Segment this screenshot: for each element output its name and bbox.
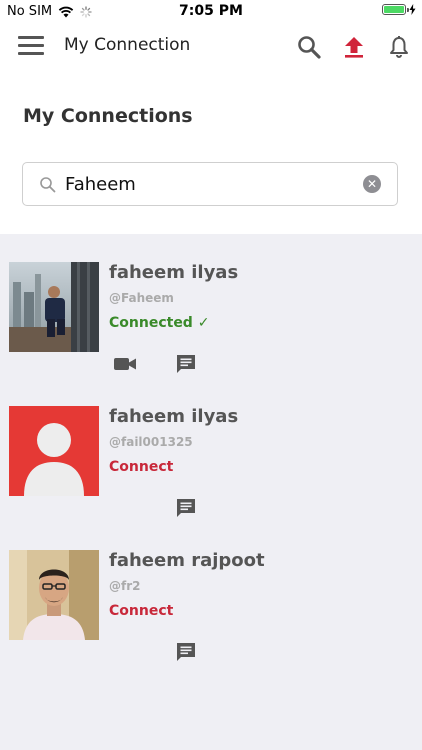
chat-icon[interactable] [174, 496, 198, 520]
avatar [9, 550, 99, 640]
search-field-icon [40, 177, 56, 193]
upload-icon[interactable] [341, 34, 367, 60]
top-bar: My Connection [0, 26, 422, 66]
connection-status: Connected ✓ [109, 315, 210, 331]
connect-button[interactable]: Connect [109, 459, 173, 475]
chat-icon[interactable] [174, 352, 198, 376]
connection-username: @Faheem [109, 291, 174, 305]
video-camera-icon[interactable] [113, 352, 137, 376]
status-bar: No SIM 7:05 PM [0, 0, 422, 24]
search-icon[interactable] [296, 34, 322, 60]
clear-search-icon[interactable]: ✕ [363, 175, 381, 193]
connection-name[interactable]: faheem ilyas [109, 262, 238, 283]
search-input[interactable] [65, 171, 355, 197]
connect-button[interactable]: Connect [109, 603, 173, 619]
connection-item[interactable]: faheem ilyas @fail001325 Connect [0, 406, 422, 546]
page-title: My Connections [23, 105, 193, 127]
chat-icon[interactable] [174, 640, 198, 664]
connection-item[interactable]: faheem rajpoot @fr2 Connect [0, 550, 422, 690]
connection-username: @fail001325 [109, 435, 193, 449]
avatar [9, 262, 99, 352]
avatar [9, 406, 99, 496]
connection-username: @fr2 [109, 579, 141, 593]
connection-name[interactable]: faheem ilyas [109, 406, 238, 427]
status-time: 7:05 PM [179, 3, 243, 19]
bell-icon[interactable] [386, 34, 412, 60]
app-title: My Connection [64, 35, 191, 55]
hamburger-menu-icon[interactable] [18, 36, 44, 56]
search-bar: ✕ [22, 162, 398, 206]
connection-item[interactable]: faheem ilyas @Faheem Connected ✓ [0, 262, 422, 402]
connection-name[interactable]: faheem rajpoot [109, 550, 265, 571]
connections-list: faheem ilyas @Faheem Connected ✓ faheem … [0, 234, 422, 750]
battery-icon [382, 4, 409, 15]
charging-bolt-icon [409, 4, 416, 15]
